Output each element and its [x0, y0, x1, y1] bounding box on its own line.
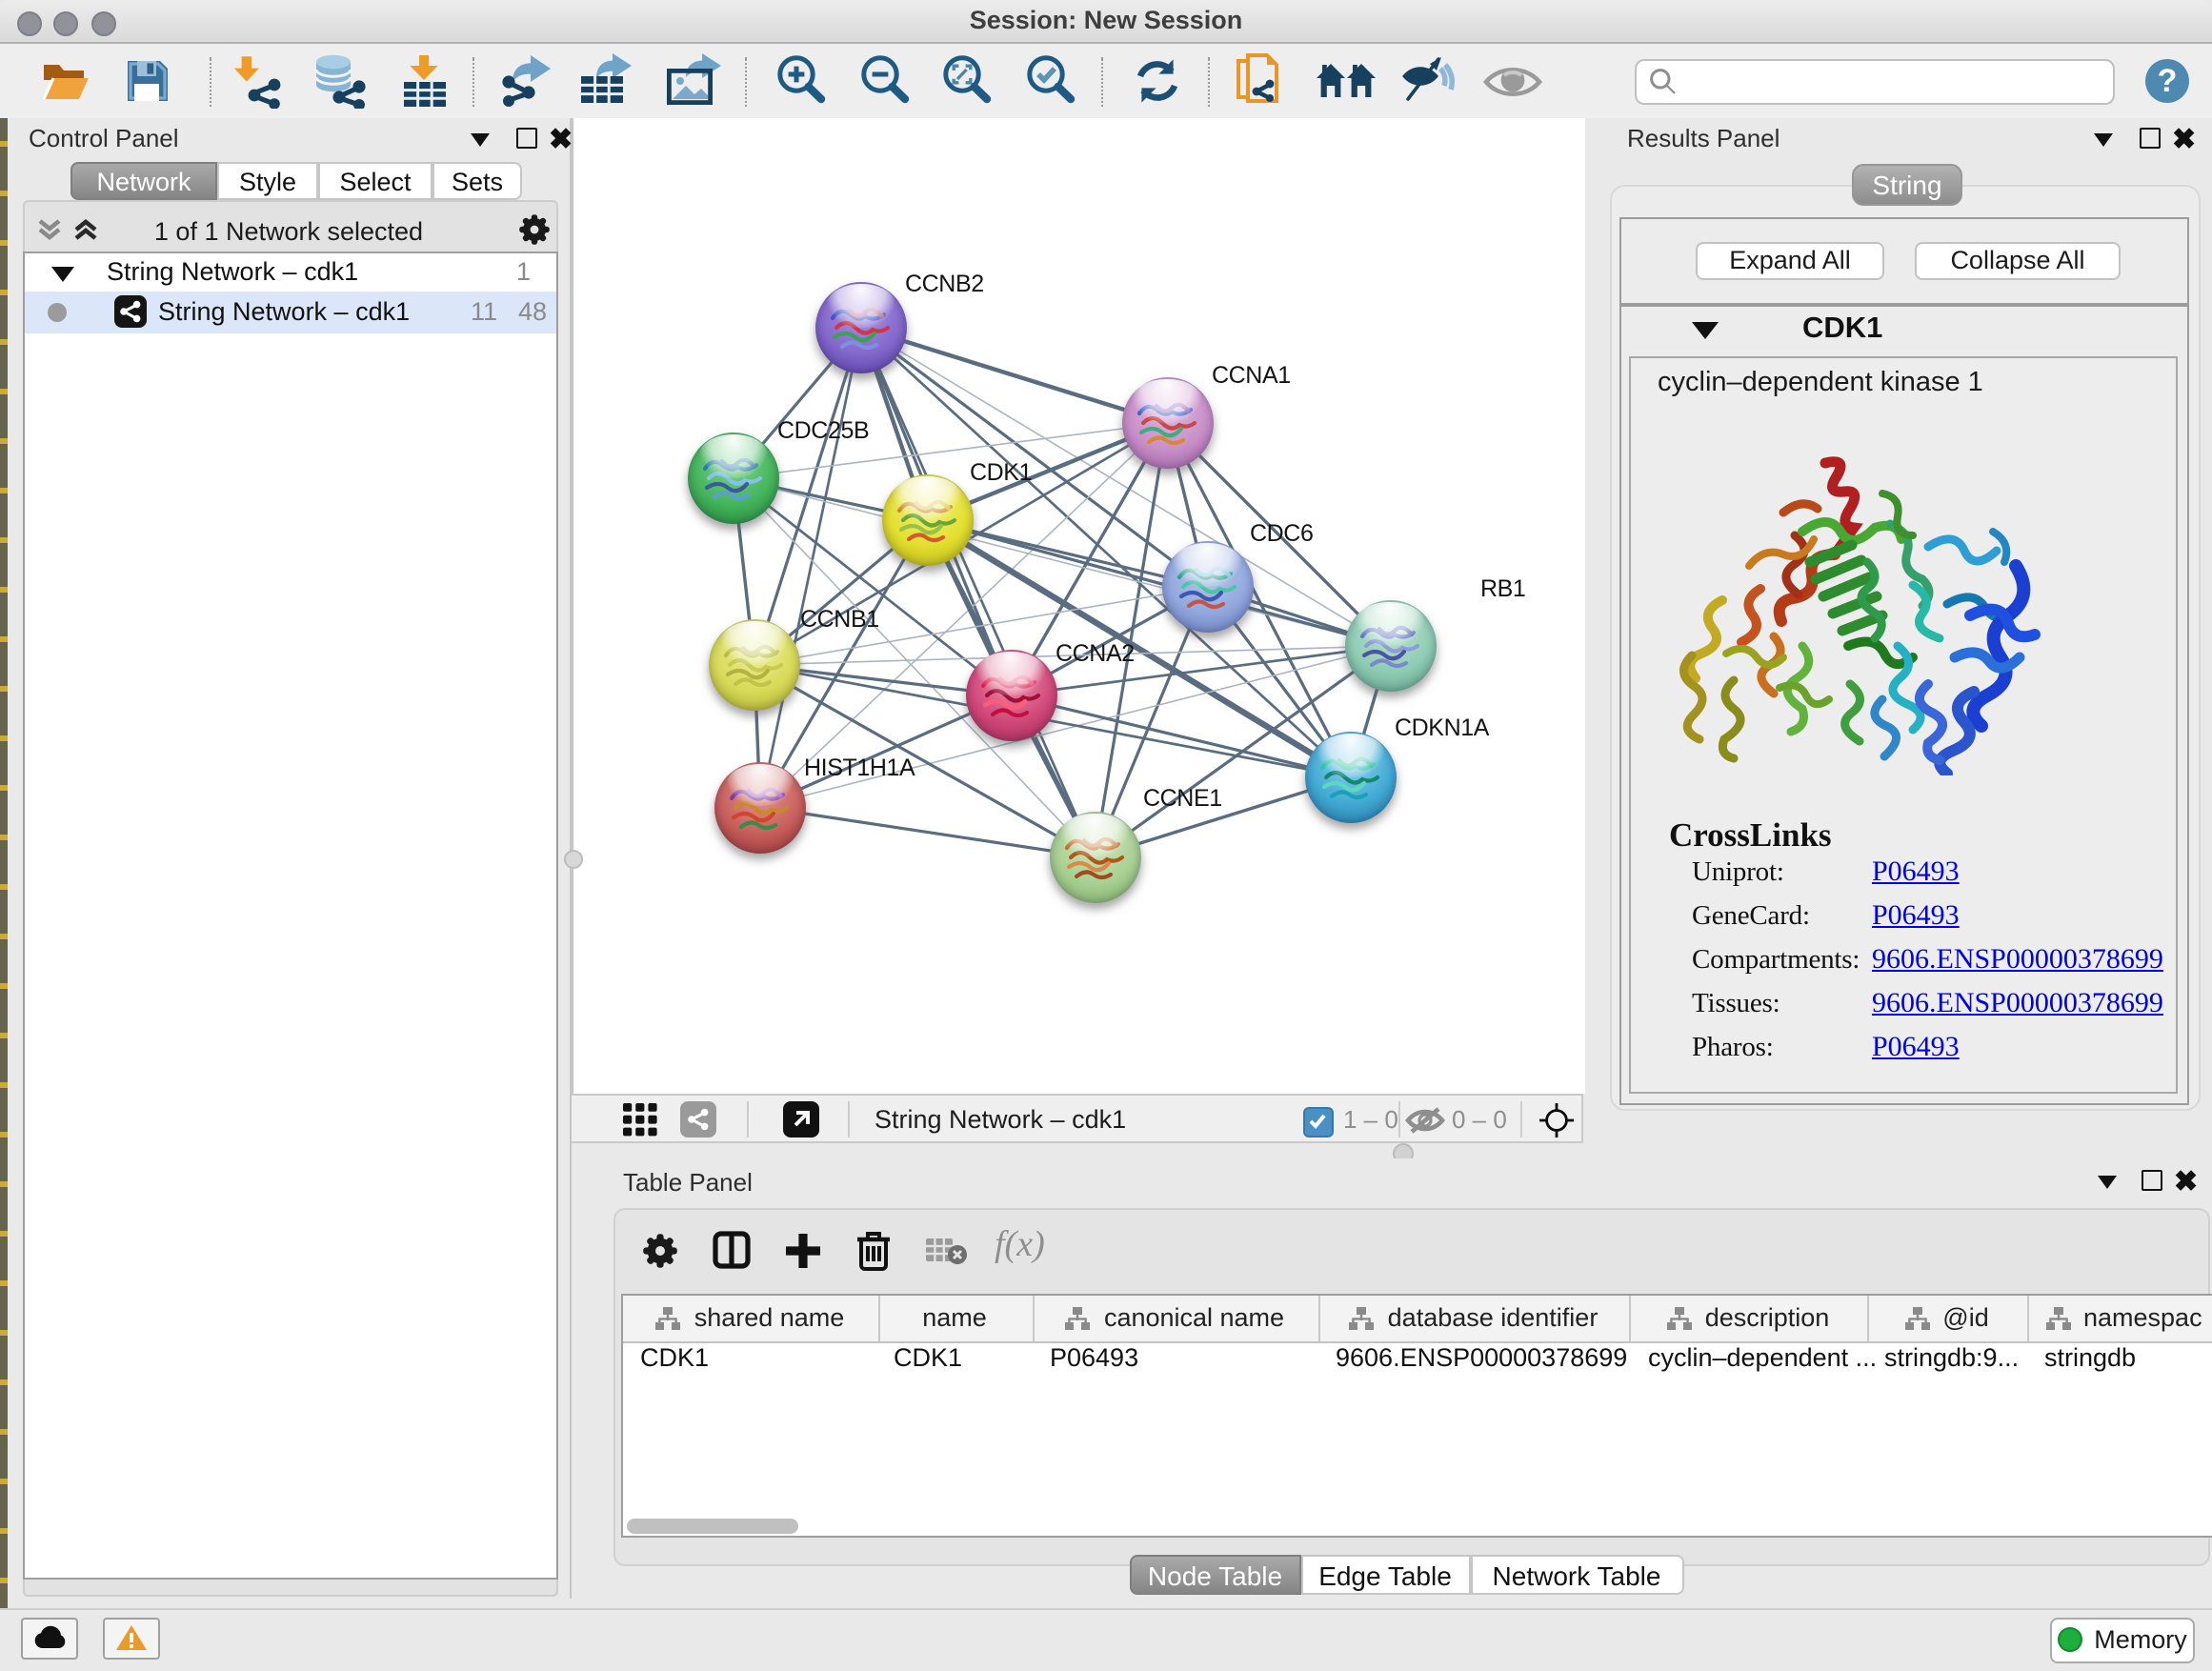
svg-text:?: ?	[2158, 63, 2178, 99]
